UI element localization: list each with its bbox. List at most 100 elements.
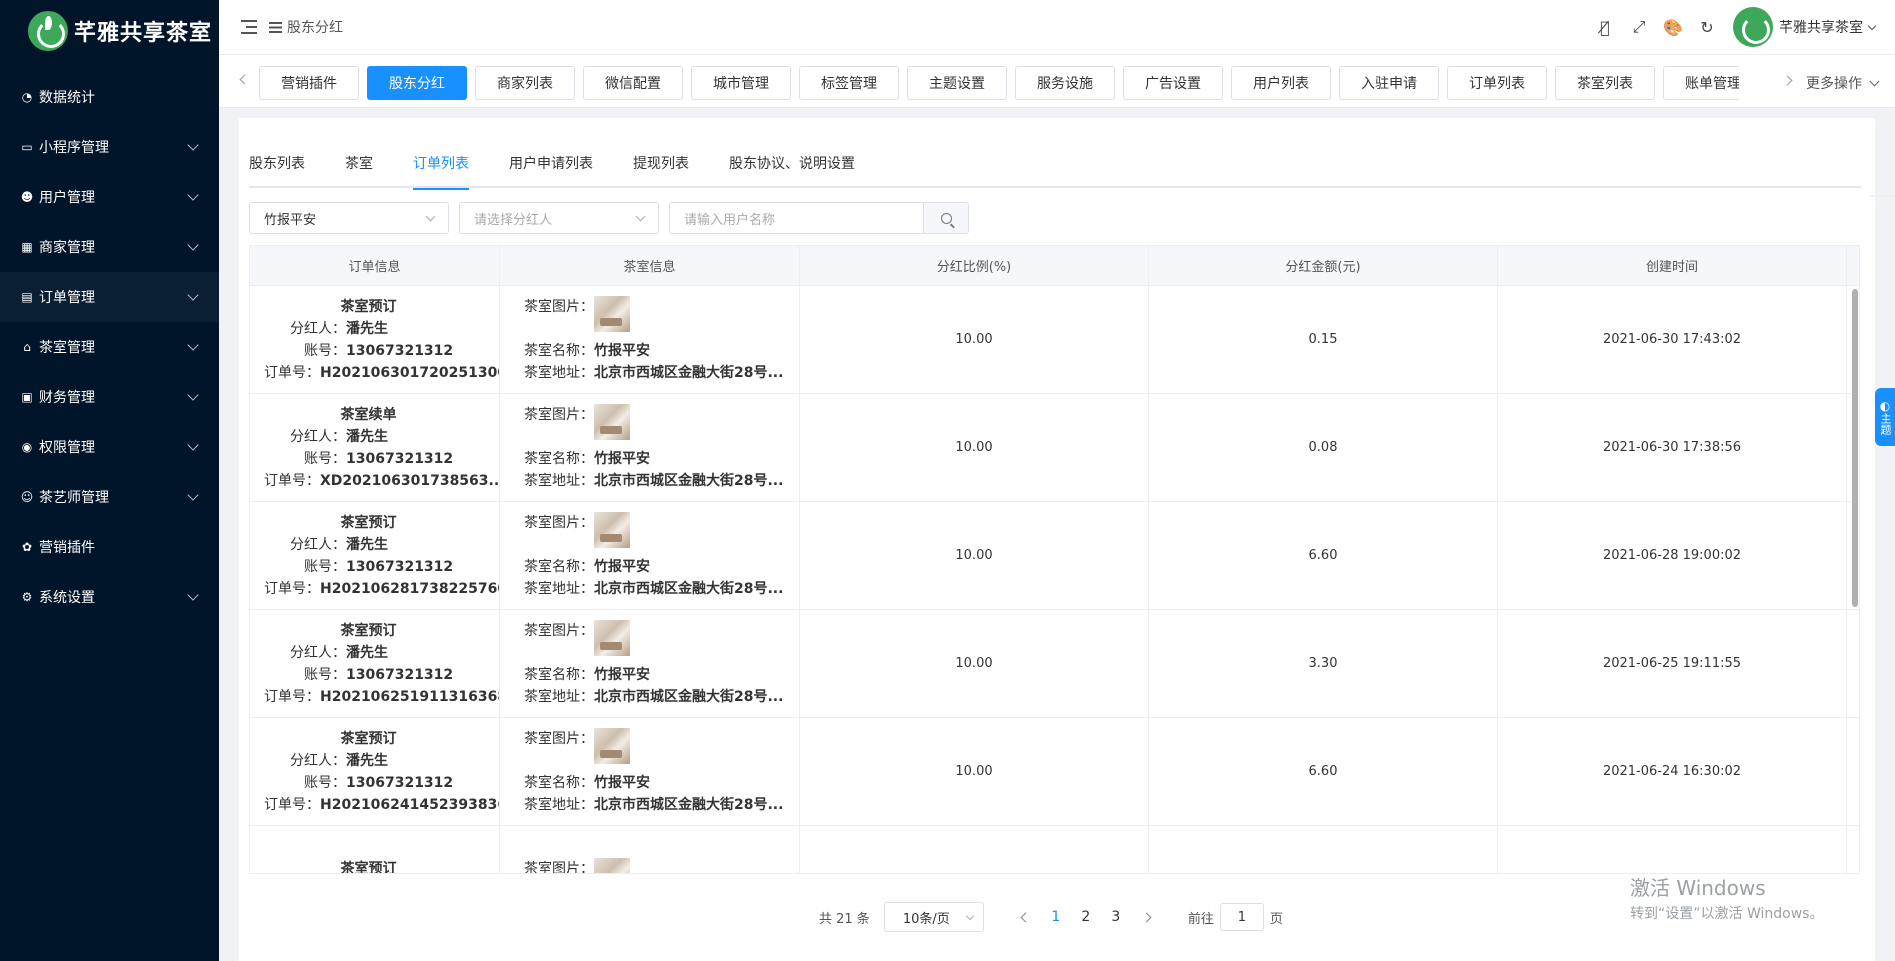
sidebar-item-label: 系统设置 [39, 590, 95, 606]
room-name-label: 茶室名称： [524, 342, 594, 359]
refresh-icon[interactable]: ↻ [1697, 17, 1717, 37]
room-thumbnail[interactable] [594, 727, 630, 764]
tag-item[interactable]: 营销插件 [259, 66, 359, 100]
room-select[interactable]: 竹报平安 [249, 202, 449, 234]
prev-page-button[interactable] [1020, 912, 1031, 922]
sub-tab[interactable]: 股东协议、说明设置 [729, 138, 855, 188]
dividend-person-value: 潘先生 [346, 644, 388, 661]
chevron-down-icon [187, 289, 199, 301]
mic-off-icon[interactable]: 🎙̸ [1595, 17, 1615, 37]
tag-item[interactable]: 订单列表 [1447, 66, 1547, 100]
chevron-right-icon[interactable] [1782, 75, 1793, 86]
tag-item[interactable]: 茶室列表 [1555, 66, 1655, 100]
room-thumbnail[interactable] [594, 619, 630, 656]
breadcrumb: 股东分红 [269, 17, 343, 37]
sub-tabs: 股东列表 茶室 订单列表 用户申请列表 提现列表 股东协议、说明设置 [249, 138, 1861, 190]
sub-tab[interactable]: 用户申请列表 [509, 138, 593, 188]
dashboard-icon: ◔ [21, 90, 33, 104]
page-number[interactable]: 1 [1041, 909, 1071, 925]
brand-logo[interactable]: 芊雅共享茶室 [0, 0, 219, 62]
sidebar-item-9[interactable]: ✿ 营销插件 [0, 522, 219, 572]
sidebar-item-8[interactable]: ☺ 茶艺师管理 [0, 472, 219, 522]
sidebar-item-0[interactable]: ◔ 数据统计 [0, 72, 219, 122]
sidebar-item-10[interactable]: ⚙ 系统设置 [0, 572, 219, 622]
room-name-value: 竹报平安 [594, 558, 650, 575]
tag-item[interactable]: 服务设施 [1015, 66, 1115, 100]
sidebar-item-2[interactable]: ☻ 用户管理 [0, 172, 219, 222]
room-thumbnail[interactable] [594, 295, 630, 332]
user-search-input[interactable]: 请输入用户名称 [669, 202, 923, 234]
room-thumbnail[interactable] [594, 511, 630, 548]
table-scrollbar[interactable] [1851, 287, 1859, 873]
room-address-label: 茶室地址： [524, 688, 594, 705]
created-time: 2021-06-28 19:00:02 [1498, 502, 1847, 609]
scrollbar-thumb[interactable] [1852, 289, 1858, 607]
chevron-left-icon[interactable] [239, 74, 250, 85]
fullscreen-icon[interactable]: ⤢ [1629, 17, 1649, 37]
chevron-down-icon [187, 339, 199, 351]
room-info: 茶室图片： 茶室名称：竹报平安 茶室地址：北京市西城区金融大街28号... [500, 295, 799, 384]
table-header: 订单信息 茶室信息 分红比例(%) 分红金额(元) 创建时间 [250, 246, 1859, 286]
sidebar-item-1[interactable]: ▭ 小程序管理 [0, 122, 219, 172]
order-no: 订单号：H202106241452393836 [264, 794, 500, 816]
page-number[interactable]: 2 [1071, 909, 1101, 925]
column-header: 分红金额(元) [1149, 246, 1498, 285]
goto-page-input[interactable]: 1 [1219, 903, 1264, 931]
dividend-person-select[interactable]: 请选择分红人 [459, 202, 659, 234]
created-time: 2021-06-25 19:11:55 [1498, 610, 1847, 717]
goto-prefix: 前往 [1187, 911, 1214, 927]
chevron-down-icon [187, 139, 199, 151]
page-number[interactable]: 3 [1101, 909, 1131, 925]
sub-tab[interactable]: 股东列表 [249, 138, 305, 188]
created-time: 2021-06-30 17:43:02 [1498, 286, 1847, 393]
tag-item[interactable]: 微信配置 [583, 66, 683, 100]
tag-item[interactable]: 股东分红 [367, 66, 467, 100]
sidebar-item-3[interactable]: ▦ 商家管理 [0, 222, 219, 272]
tag-item[interactable]: 入驻申请 [1339, 66, 1439, 100]
room-thumbnail[interactable] [594, 403, 630, 440]
sub-tab[interactable]: 提现列表 [633, 138, 689, 188]
menu-toggle-icon[interactable] [241, 20, 257, 34]
theme-drawer-tab[interactable]: ◐ 主题 [1875, 388, 1895, 446]
sidebar-item-6[interactable]: ▣ 财务管理 [0, 372, 219, 422]
account-label: 账号： [304, 774, 346, 791]
tag-item[interactable]: 城市管理 [691, 66, 791, 100]
sidebar-item-7[interactable]: ◉ 权限管理 [0, 422, 219, 472]
tag-item[interactable]: 用户列表 [1231, 66, 1331, 100]
building-icon: ▦ [21, 240, 33, 254]
dividend-person: 分红人：潘先生 [264, 318, 388, 340]
room-address-label: 茶室地址： [524, 796, 594, 813]
tag-item[interactable]: 商家列表 [475, 66, 575, 100]
tag-item[interactable]: 账单管理 [1663, 66, 1739, 100]
page-size-select[interactable]: 10条/页 [883, 902, 984, 932]
room-thumbnail[interactable] [594, 857, 630, 873]
palette-icon[interactable]: 🎨 [1663, 17, 1683, 37]
order-info: 茶室预订 分红人：潘先生 账号：13067321312 订单号：H2021063017… [250, 296, 499, 384]
sidebar-item-5[interactable]: ⌂ 茶室管理 [0, 322, 219, 372]
sub-tab[interactable]: 订单列表 [413, 138, 469, 190]
tag-item[interactable]: 广告设置 [1123, 66, 1223, 100]
dividend-person-label: 分红人： [290, 752, 346, 769]
account-value: 13067321312 [346, 342, 454, 359]
order-no-value: XD202106301738563... [320, 472, 500, 489]
dividend-person: 分红人：潘先生 [264, 642, 388, 664]
order-no-value: H202106241452393836 [320, 796, 500, 813]
tag-item[interactable]: 主题设置 [907, 66, 1007, 100]
order-no: 订单号：H202106301720251300 [264, 362, 499, 384]
room-address: 茶室地址：北京市西城区金融大街28号... [524, 578, 799, 600]
user-name[interactable]: 芊雅共享茶室 [1779, 17, 1863, 37]
search-button[interactable] [923, 202, 969, 234]
dividend-person-value: 潘先生 [346, 320, 388, 337]
sidebar-item-label: 小程序管理 [39, 140, 109, 156]
dividend-ratio: 10.00 [800, 394, 1149, 501]
chevron-down-icon [187, 489, 199, 501]
tag-item[interactable]: 标签管理 [799, 66, 899, 100]
sub-tab[interactable]: 茶室 [345, 138, 373, 188]
chevron-down-icon[interactable] [1867, 21, 1877, 30]
room-name: 茶室名称：竹报平安 [524, 772, 799, 794]
more-actions-dropdown[interactable]: 更多操作 [1806, 73, 1880, 93]
sidebar-item-4[interactable]: ▤ 订单管理 [0, 272, 219, 322]
monitor-icon: ▭ [21, 140, 33, 154]
next-page-button[interactable] [1141, 912, 1152, 922]
avatar[interactable] [1733, 7, 1773, 47]
